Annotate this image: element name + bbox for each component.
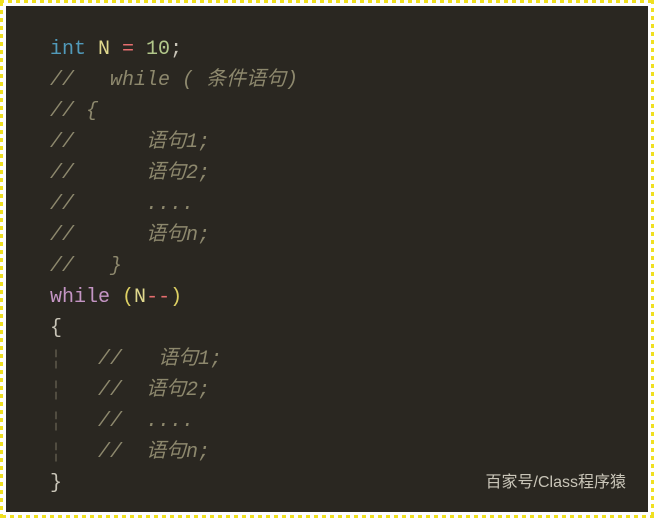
comment-text: // 语句n; bbox=[62, 441, 210, 464]
type-keyword: int bbox=[50, 38, 86, 61]
comment-text: // .... bbox=[62, 410, 194, 433]
code-line-13: ¦ // .... bbox=[50, 406, 612, 437]
open-paren: ( bbox=[122, 286, 134, 309]
code-line-6: // .... bbox=[50, 189, 612, 220]
comment-text: // { bbox=[50, 100, 98, 123]
comment-text: // 语句2; bbox=[50, 162, 210, 185]
code-line-1: int N = 10; bbox=[50, 34, 612, 65]
variable-name: N bbox=[134, 286, 146, 309]
comment-text: // 语句1; bbox=[62, 348, 222, 371]
comment-text: // 语句2; bbox=[62, 379, 210, 402]
code-line-4: // 语句1; bbox=[50, 127, 612, 158]
code-line-7: // 语句n; bbox=[50, 220, 612, 251]
assign-operator: = bbox=[122, 38, 134, 61]
watermark-text: 百家号/Class程序猿 bbox=[486, 467, 626, 498]
comment-text: // } bbox=[50, 255, 122, 278]
code-line-9: while (N--) bbox=[50, 282, 612, 313]
code-line-2: // while ( 条件语句) bbox=[50, 65, 612, 96]
code-line-10: { bbox=[50, 313, 612, 344]
semicolon: ; bbox=[170, 38, 182, 61]
open-brace: { bbox=[50, 317, 62, 340]
comment-text: // while ( 条件语句) bbox=[50, 69, 298, 92]
code-line-3: // { bbox=[50, 96, 612, 127]
close-brace: } bbox=[50, 472, 62, 495]
while-keyword: while bbox=[50, 286, 110, 309]
variable-name: N bbox=[86, 38, 122, 61]
decrement-operator: -- bbox=[146, 286, 170, 309]
code-line-11: ¦ // 语句1; bbox=[50, 344, 612, 375]
close-paren: ) bbox=[170, 286, 182, 309]
indent-guide: ¦ bbox=[50, 437, 62, 468]
number-literal: 10 bbox=[134, 38, 170, 61]
indent-guide: ¦ bbox=[50, 344, 62, 375]
code-editor-panel: int N = 10; // while ( 条件语句) // { // 语句1… bbox=[6, 6, 648, 512]
code-line-12: ¦ // 语句2; bbox=[50, 375, 612, 406]
code-line-5: // 语句2; bbox=[50, 158, 612, 189]
comment-text: // .... bbox=[50, 193, 194, 216]
code-line-8: // } bbox=[50, 251, 612, 282]
code-line-14: ¦ // 语句n; bbox=[50, 437, 612, 468]
comment-text: // 语句1; bbox=[50, 131, 210, 154]
indent-guide: ¦ bbox=[50, 375, 62, 406]
comment-text: // 语句n; bbox=[50, 224, 210, 247]
indent-guide: ¦ bbox=[50, 406, 62, 437]
